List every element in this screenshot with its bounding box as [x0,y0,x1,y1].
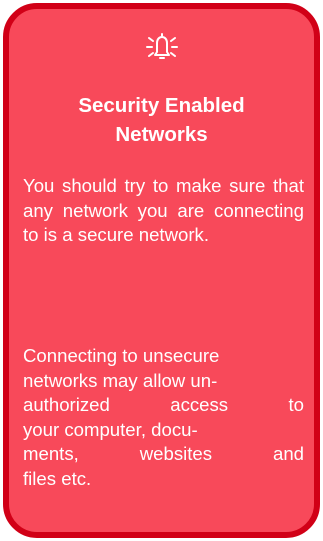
paragraph-line: authorized access to [23,394,304,415]
paragraph-line: ments, websites and [23,443,304,464]
paragraph-line: Connecting to unsecure [23,345,220,366]
bell-alert-icon [9,28,314,64]
paragraph-unsecure-warning: Connecting to unsecure networks may allow… [23,344,304,491]
paragraph-line: networks may allow un- [23,369,218,391]
card-title-line-2: Networks [115,123,208,146]
paragraph-line: files etc. [23,467,92,489]
card-title: Security Enabled Networks [9,91,314,149]
card-title-line-1: Security Enabled [78,94,245,117]
paragraph-line: your computer, docu- [23,418,198,440]
security-tip-card: Security Enabled Networks You should try… [3,3,320,538]
paragraph-secure-network: You should try to make sure that any net… [23,175,304,245]
